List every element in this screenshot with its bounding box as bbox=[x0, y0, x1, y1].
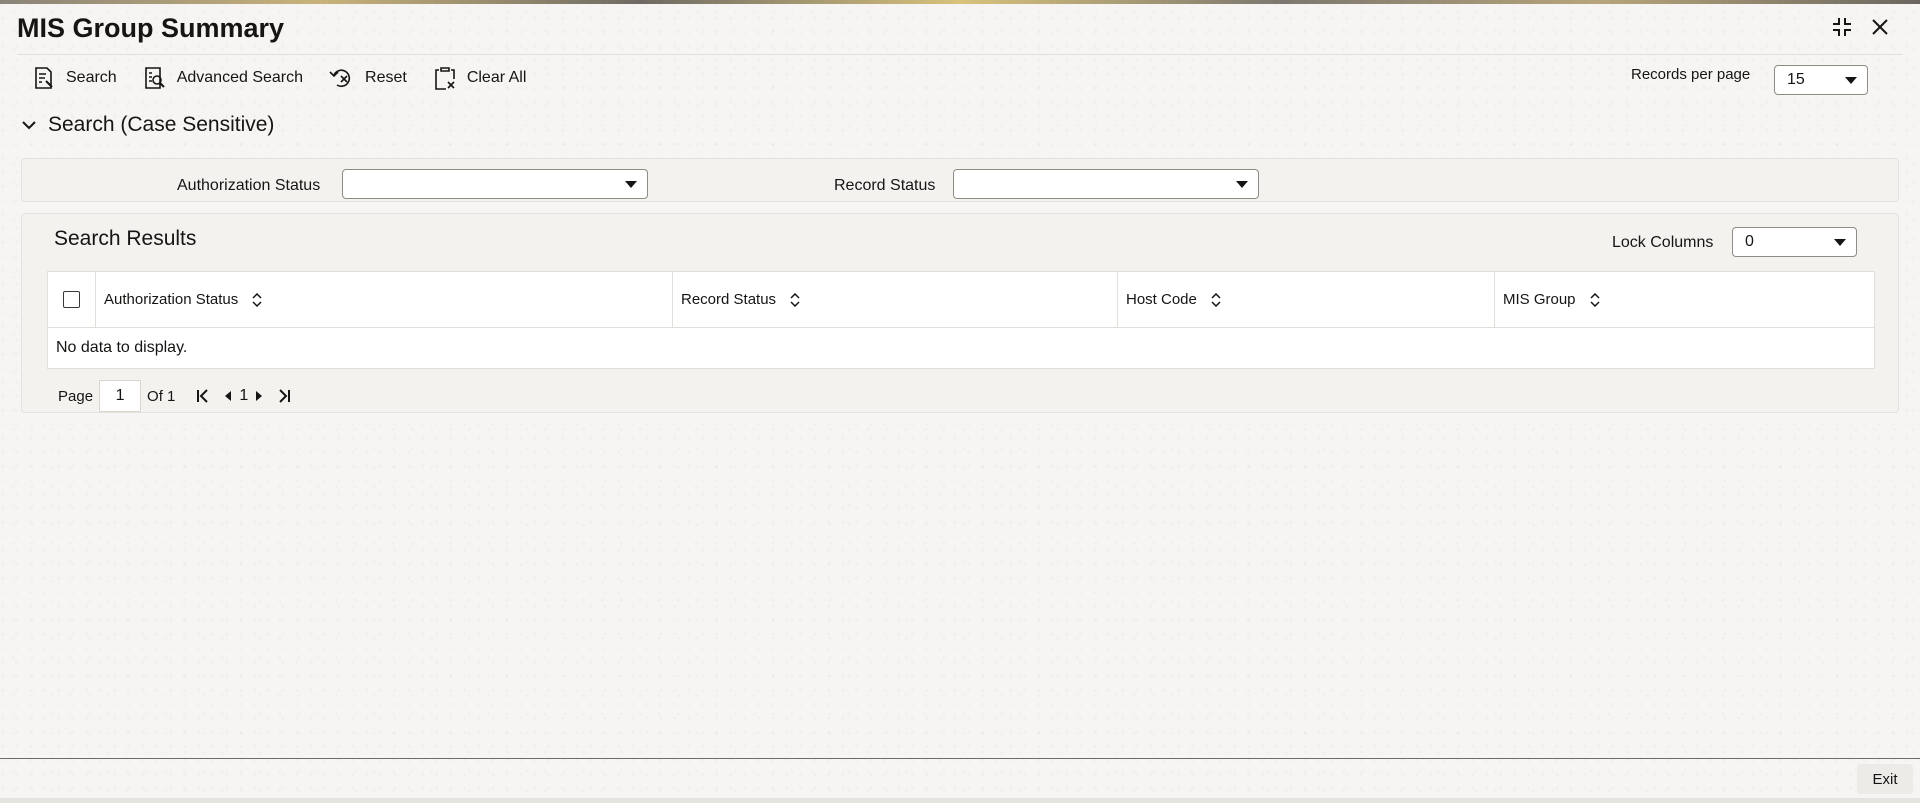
page-number-input[interactable]: 1 bbox=[99, 380, 142, 412]
column-header-label: Authorization Status bbox=[104, 291, 239, 308]
advanced-search-icon bbox=[144, 67, 165, 89]
search-section-title: Search (Case Sensitive) bbox=[48, 113, 275, 136]
chevron-down-icon bbox=[1845, 77, 1857, 84]
search-criteria-panel: Authorization Status Record Status bbox=[21, 158, 1899, 202]
clear-all-button[interactable]: Clear All bbox=[433, 64, 527, 92]
column-header-authorization-status[interactable]: Authorization Status bbox=[96, 272, 673, 327]
current-page-number: 1 bbox=[239, 387, 249, 404]
record-status-label: Record Status bbox=[834, 177, 936, 194]
chevron-down-icon bbox=[1236, 181, 1248, 188]
advanced-search-button[interactable]: Advanced Search bbox=[143, 64, 303, 92]
reset-button[interactable]: Reset bbox=[329, 64, 407, 92]
select-all-cell bbox=[48, 272, 96, 327]
search-results-panel: Search Results Lock Columns 0 Authorizat… bbox=[21, 213, 1899, 413]
sort-icon[interactable] bbox=[790, 292, 800, 307]
previous-page-icon[interactable] bbox=[223, 390, 233, 402]
sort-icon[interactable] bbox=[252, 292, 262, 307]
lock-columns-value: 0 bbox=[1745, 233, 1754, 250]
bottom-strip bbox=[0, 798, 1920, 803]
advanced-search-label: Advanced Search bbox=[176, 69, 304, 86]
reset-button-label: Reset bbox=[365, 69, 407, 86]
authorization-status-select[interactable] bbox=[342, 169, 648, 199]
page-of-label: Of 1 bbox=[147, 387, 176, 405]
select-all-checkbox[interactable] bbox=[63, 291, 80, 308]
sort-icon[interactable] bbox=[1211, 292, 1221, 307]
footer-divider bbox=[0, 758, 1920, 759]
reset-icon bbox=[329, 69, 351, 88]
minimize-icon[interactable] bbox=[1830, 15, 1854, 39]
window-controls bbox=[1830, 15, 1892, 39]
column-header-mis-group[interactable]: MIS Group bbox=[1495, 272, 1874, 327]
pagination: Page 1 Of 1 1 bbox=[58, 380, 298, 412]
empty-table-message: No data to display. bbox=[56, 339, 188, 356]
chevron-down-icon bbox=[22, 121, 36, 130]
title-divider bbox=[17, 54, 1903, 55]
search-button[interactable]: Search bbox=[32, 64, 117, 92]
authorization-status-label: Authorization Status bbox=[177, 177, 321, 194]
records-per-page-select[interactable]: 15 bbox=[1774, 65, 1868, 95]
close-icon[interactable] bbox=[1868, 15, 1892, 39]
sort-icon[interactable] bbox=[1590, 292, 1600, 307]
record-status-select[interactable] bbox=[953, 169, 1259, 199]
clear-all-icon bbox=[435, 67, 455, 90]
column-header-label: Record Status bbox=[681, 291, 777, 308]
chevron-down-icon bbox=[625, 181, 637, 188]
records-per-page-value: 15 bbox=[1787, 71, 1805, 88]
records-per-page-label: Records per page bbox=[1631, 66, 1751, 83]
search-results-title: Search Results bbox=[54, 227, 197, 250]
column-header-label: Host Code bbox=[1126, 291, 1197, 308]
search-button-label: Search bbox=[66, 69, 117, 86]
table-header: Authorization Status Record Status Host … bbox=[48, 272, 1874, 328]
search-section-toggle[interactable]: Search (Case Sensitive) bbox=[22, 113, 274, 137]
chevron-down-icon bbox=[1834, 239, 1846, 246]
lock-columns-label: Lock Columns bbox=[1612, 234, 1714, 251]
column-header-record-status[interactable]: Record Status bbox=[673, 272, 1118, 327]
top-decorative-strip bbox=[0, 0, 1920, 4]
first-page-icon[interactable] bbox=[195, 388, 211, 404]
toolbar: Search Advanced Search Reset Clear All bbox=[32, 64, 526, 92]
column-header-label: MIS Group bbox=[1503, 291, 1576, 308]
last-page-icon[interactable] bbox=[276, 388, 292, 404]
clear-all-label: Clear All bbox=[466, 69, 527, 86]
lock-columns-select[interactable]: 0 bbox=[1732, 227, 1857, 257]
next-page-icon[interactable] bbox=[254, 390, 264, 402]
page-label: Page bbox=[58, 387, 94, 405]
page-title: MIS Group Summary bbox=[17, 13, 285, 43]
exit-button[interactable]: Exit bbox=[1857, 764, 1913, 794]
column-header-host-code[interactable]: Host Code bbox=[1118, 272, 1495, 327]
results-table: Authorization Status Record Status Host … bbox=[47, 271, 1875, 369]
search-doc-icon bbox=[35, 67, 53, 89]
